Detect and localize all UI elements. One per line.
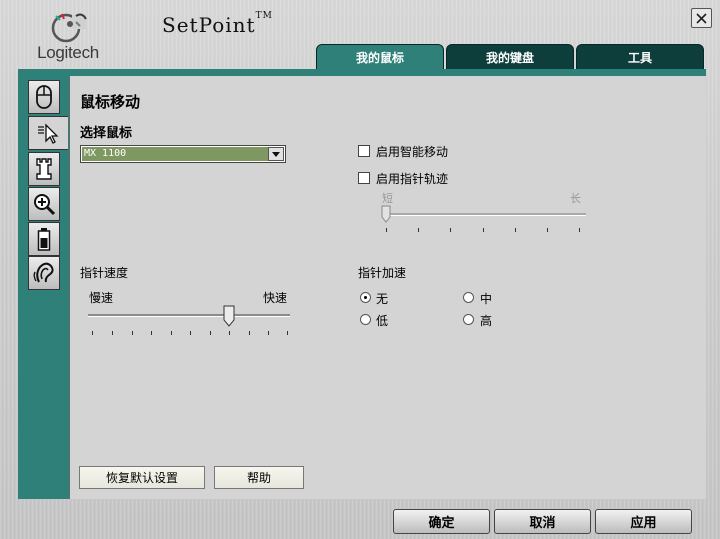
ear-sound-icon [33,262,54,283]
tab-tools[interactable]: 工具 [576,44,704,70]
battery-icon [37,228,51,251]
trail-tick [547,228,548,232]
select-mouse-label: 选择鼠标 [80,126,133,141]
speed-tick [151,331,152,335]
pointer-speed-label: 指针速度 [80,266,129,280]
mouse-icon [36,85,52,109]
chess-rook-icon [36,158,52,180]
trail-tick [579,228,580,232]
pointer-icon [37,123,59,144]
pointer-speed-thumb[interactable] [223,305,235,327]
smart-move-checkbox[interactable] [358,145,370,157]
trail-tick [386,228,387,232]
zoom-in-icon [34,194,56,216]
tab-my-mouse[interactable]: 我的鼠标 [316,44,444,70]
help-button[interactable]: 帮助 [214,466,304,489]
speed-tick [190,331,191,335]
smart-move-label: 启用智能移动 [376,145,449,159]
logitech-logo: Logitech [30,8,106,66]
select-dropdown-button[interactable] [268,147,284,161]
mouse-select-value: MX 1100 [82,147,268,161]
trail-tick [450,228,451,232]
speed-tick [92,331,93,335]
cancel-button[interactable]: 取消 [494,509,591,534]
side-tab-sound[interactable] [28,256,60,290]
chevron-down-icon [272,151,280,157]
accel-radio-none[interactable] [360,292,371,303]
trail-short-label: 短 [382,192,393,205]
speed-slow-label: 慢速 [89,291,114,305]
speed-tick [268,331,269,335]
accel-high-label: 高 [480,314,493,328]
app-title: SetPointTM [162,11,273,37]
accel-medium-label: 中 [480,292,493,306]
ok-button[interactable]: 确定 [393,509,490,534]
trail-slider-track[interactable] [388,213,586,216]
trademark-mark: TM [255,11,273,21]
side-tab-game[interactable] [28,152,60,186]
tab-my-keyboard[interactable]: 我的键盘 [446,44,574,70]
accel-none-label: 无 [376,292,389,306]
side-tab-mouse[interactable] [28,80,60,114]
speed-tick [229,331,230,335]
accel-radio-high[interactable] [463,314,474,325]
pointer-accel-label: 指针加速 [358,266,407,280]
logo-text: Logitech [37,43,99,62]
trail-tick [515,228,516,232]
close-button[interactable] [691,8,712,28]
side-tab-zoom[interactable] [28,187,60,221]
accel-low-label: 低 [376,314,389,328]
tab-underline-band [18,69,706,76]
trail-tick [483,228,484,232]
pointer-trail-checkbox[interactable] [358,172,370,184]
speed-tick [112,331,113,335]
trail-tick [418,228,419,232]
trail-long-label: 长 [570,192,581,205]
speed-tick [171,331,172,335]
side-tab-pointer[interactable] [28,116,68,150]
speed-tick [287,331,288,335]
logitech-eye-icon [51,13,87,43]
settings-frame: 鼠标移动 选择鼠标 MX 1100 启用智能移动 启用指针轨迹 短 长 指针速度… [18,76,706,499]
accel-radio-medium[interactable] [463,292,474,303]
apply-button[interactable]: 应用 [595,509,692,534]
speed-tick [132,331,133,335]
pointer-trail-label: 启用指针轨迹 [376,172,449,186]
restore-defaults-button[interactable]: 恢复默认设置 [79,466,205,489]
content-panel: 鼠标移动 选择鼠标 MX 1100 启用智能移动 启用指针轨迹 短 长 指针速度… [69,76,706,499]
section-title: 鼠标移动 [80,93,141,111]
speed-fast-label: 快速 [263,291,288,305]
trail-slider-thumb[interactable] [381,205,391,223]
mouse-select[interactable]: MX 1100 [80,145,286,163]
app-title-text: SetPoint [162,13,256,37]
speed-tick [210,331,211,335]
radio-selected-dot [364,296,367,299]
speed-tick [249,331,250,335]
close-icon [696,12,707,24]
accel-radio-low[interactable] [360,314,371,325]
side-tab-battery[interactable] [28,222,60,256]
pointer-speed-track[interactable] [88,314,290,317]
